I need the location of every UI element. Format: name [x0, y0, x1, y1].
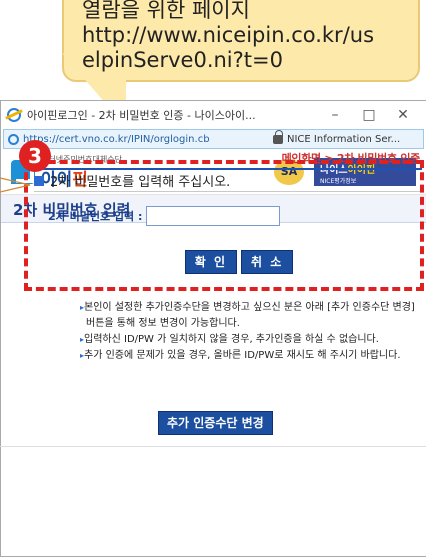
pointer-arrow-icon — [0, 177, 31, 193]
note-item: ▸본인이 설정한 추가인증수단을 변경하고 싶으신 분은 아래 [추가 인증수단… — [80, 300, 416, 332]
divider — [0, 446, 426, 447]
lock-icon[interactable] — [273, 129, 283, 144]
address-url[interactable]: https://cert.vno.co.kr/IPIN/orglogin.cb — [23, 134, 273, 145]
note-text: 추가 인증에 문제가 있을 경우, 올바른 ID/PW로 재시도 해 주시기 바… — [84, 350, 401, 361]
callout-line-1: 열람을 위한 페이지 — [82, 0, 250, 22]
callout-line-2: http://www.niceipin.co.kr/us — [82, 23, 375, 47]
page-icon — [8, 133, 19, 145]
close-button[interactable]: ✕ — [386, 107, 420, 123]
highlight-box — [24, 160, 424, 291]
note-text: 입력하신 ID/PW 가 일치하지 않을 경우, 추가인증을 하실 수 없습니다… — [84, 334, 379, 345]
ie-icon — [7, 108, 21, 122]
note-text: 본인이 설정한 추가인증수단을 변경하고 싶으신 분은 아래 [추가 인증수단 … — [84, 302, 415, 329]
minimize-button[interactable]: – — [318, 107, 352, 123]
note-item: ▸추가 인증에 문제가 있을 경우, 올바른 ID/PW로 재시도 해 주시기 … — [80, 348, 416, 364]
callout-bubble: 열람을 위한 페이지 http://www.niceipin.co.kr/us … — [62, 0, 420, 127]
address-bar[interactable]: https://cert.vno.co.kr/IPIN/orglogin.cb … — [3, 129, 424, 149]
callout-line-3: elpinServe0.ni?t=0 — [82, 48, 283, 72]
title-bar[interactable]: 아이핀로그인 - 2차 비밀번호 인증 - 나이스아이... – □ ✕ — [1, 101, 426, 129]
maximize-button[interactable]: □ — [352, 107, 386, 123]
window-title: 아이핀로그인 - 2차 비밀번호 인증 - 나이스아이... — [27, 109, 256, 122]
callout-text: 열람을 위한 페이지 http://www.niceipin.co.kr/us … — [82, 0, 410, 73]
site-identity[interactable]: NICE Information Ser... — [287, 134, 419, 145]
step-badge: 3 — [19, 140, 51, 172]
change-auth-button[interactable]: 추가 인증수단 변경 — [158, 411, 273, 435]
notes-list: ▸본인이 설정한 추가인증수단을 변경하고 싶으신 분은 아래 [추가 인증수단… — [80, 300, 416, 364]
note-item: ▸입력하신 ID/PW 가 일치하지 않을 경우, 추가인증을 하실 수 없습니… — [80, 332, 416, 348]
